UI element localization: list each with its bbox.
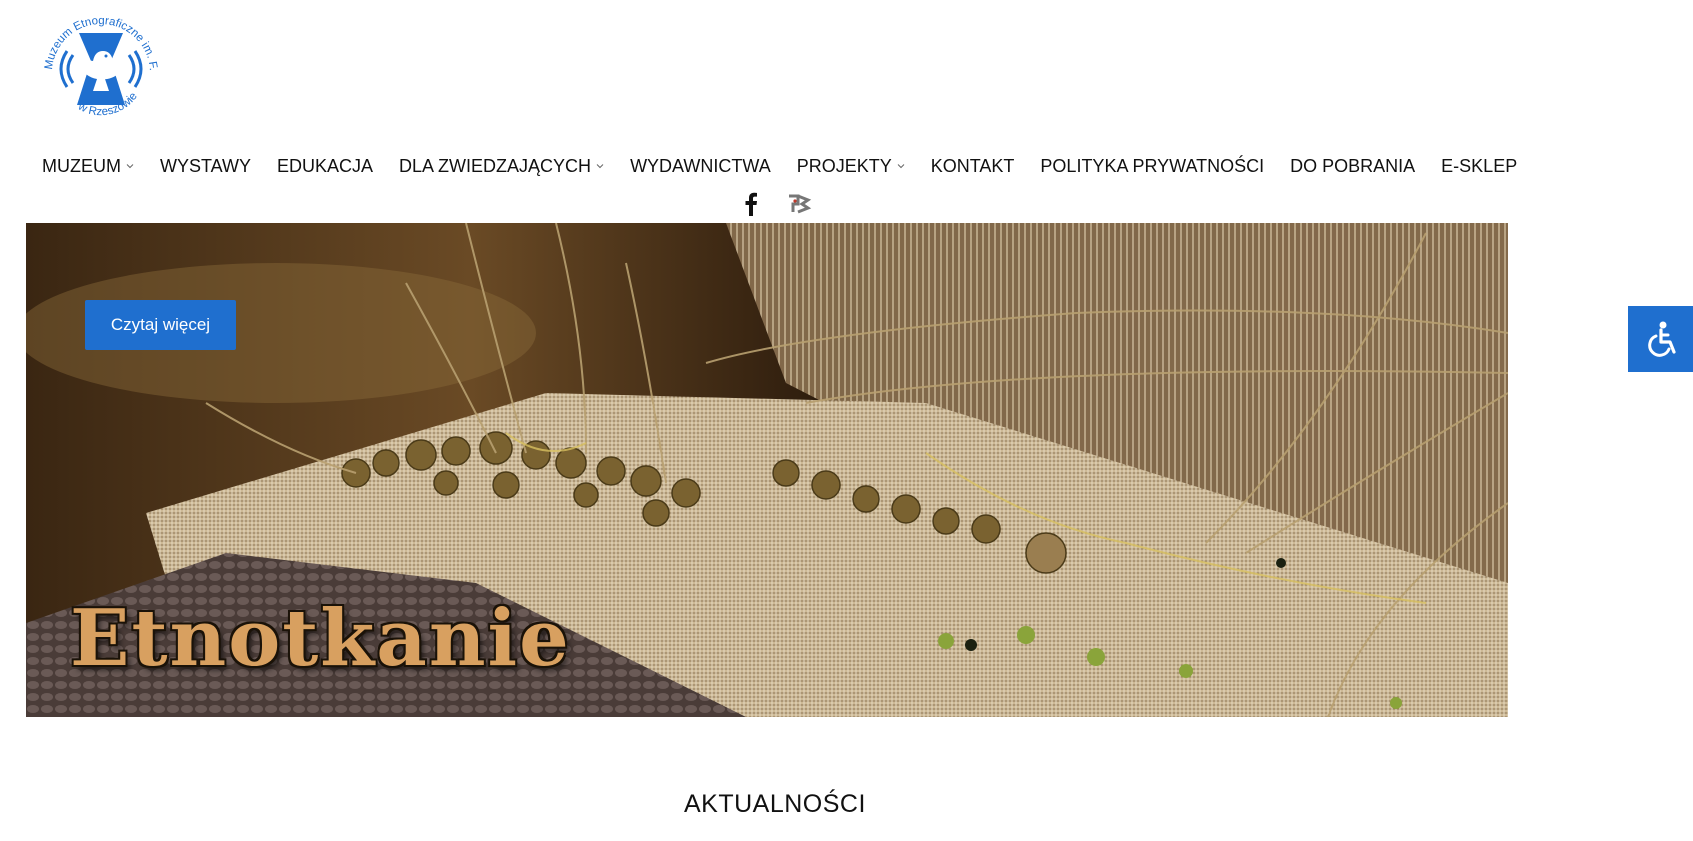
nav-item-dla-zwiedzajacych[interactable]: DLA ZWIEDZAJĄCYCH — [399, 156, 604, 177]
nav-item-edukacja[interactable]: EDUKACJA — [277, 156, 373, 177]
bip-icon[interactable] — [786, 191, 812, 217]
chevron-down-icon — [596, 164, 604, 169]
wheelchair-icon — [1647, 321, 1676, 357]
nav-item-wystawy[interactable]: WYSTAWY — [160, 156, 251, 177]
read-more-button[interactable]: Czytaj więcej — [85, 300, 236, 350]
main-nav: MUZEUM WYSTAWY EDUKACJA DLA ZWIEDZAJĄCYC… — [42, 152, 1543, 180]
nav-item-projekty[interactable]: PROJEKTY — [797, 156, 905, 177]
hero-slider[interactable]: Czytaj więcej Etnotkanie — [26, 223, 1508, 717]
nav-item-e-sklep[interactable]: E-SKLEP — [1441, 156, 1517, 177]
nav-item-do-pobrania[interactable]: DO POBRANIA — [1290, 156, 1415, 177]
hero-title: Etnotkanie — [70, 593, 571, 684]
nav-item-kontakt[interactable]: KONTAKT — [931, 156, 1015, 177]
nav-item-muzeum[interactable]: MUZEUM — [42, 156, 134, 177]
nav-item-label: EDUKACJA — [277, 155, 374, 176]
nav-item-label: DLA ZWIEDZAJĄCYCH — [399, 155, 592, 176]
nav-item-label: E-SKLEP — [1441, 155, 1518, 176]
accessibility-button[interactable] — [1628, 306, 1693, 372]
chevron-down-icon — [126, 164, 134, 169]
nav-item-label: WYSTAWY — [160, 155, 251, 176]
facebook-icon[interactable] — [738, 191, 764, 217]
nav-item-label: PROJEKTY — [796, 155, 892, 176]
chevron-down-icon — [897, 164, 905, 169]
nav-item-label: WYDAWNICTWA — [630, 155, 771, 176]
section-title-news: AKTUALNOŚCI — [684, 790, 866, 818]
museum-logo-icon: Muzeum Etnograficzne im. F. Kotuli w Rze… — [32, 0, 159, 118]
site-logo[interactable]: Muzeum Etnograficzne im. F. Kotuli w Rze… — [32, 0, 166, 133]
nav-item-polityka-prywatnosci[interactable]: POLITYKA PRYWATNOŚCI — [1040, 156, 1264, 177]
nav-item-wydawnictwa[interactable]: WYDAWNICTWA — [630, 156, 771, 177]
nav-item-label: KONTAKT — [930, 155, 1015, 176]
nav-item-label: DO POBRANIA — [1290, 155, 1416, 176]
social-links — [738, 191, 812, 217]
nav-item-label: MUZEUM — [42, 155, 121, 176]
nav-item-label: POLITYKA PRYWATNOŚCI — [1040, 155, 1265, 176]
